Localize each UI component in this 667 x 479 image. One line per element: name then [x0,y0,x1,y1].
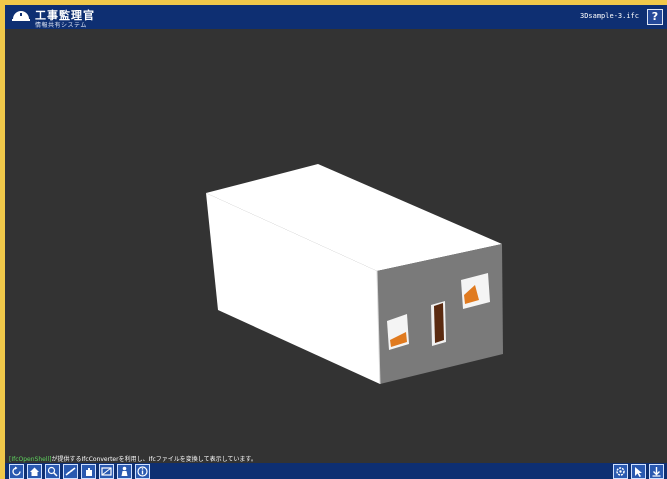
app-subtitle: 情報共有システム [35,22,87,29]
zoom-tool-button[interactable] [45,464,60,479]
download-icon [652,467,661,477]
pan-icon [86,468,92,476]
app-window: 工事監理官 情報共有システム 3Dsample-3.ifc ? [IfcOpen… [5,5,667,479]
settings-icon [616,467,625,476]
section-tool-button[interactable] [99,464,114,479]
rotate-icon [12,466,21,476]
help-button[interactable]: ? [647,9,663,25]
person-tool-button[interactable] [117,464,132,479]
info-icon [137,466,148,477]
rotate-tool-button[interactable] [9,464,24,479]
download-tool-button[interactable] [649,464,664,479]
pan-tool-button[interactable] [81,464,96,479]
credit-text: が提供するIfcConverterを利用し、Ifcファイルを変換して表示していま… [51,456,257,463]
measure-icon [65,467,76,476]
logo-icon [12,11,30,21]
model-door-panel [434,303,444,343]
credit-notice: [IfcOpenShell]が提供するIfcConverterを利用し、Ifcフ… [9,454,257,463]
pointer-tool-button[interactable] [631,464,646,479]
person-icon [121,466,128,476]
section-icon [101,467,112,476]
info-tool-button[interactable] [135,464,150,479]
building-model[interactable] [206,164,503,385]
measure-tool-button[interactable] [63,464,78,479]
zoom-icon [47,466,58,477]
file-name: 3Dsample-3.ifc [579,12,639,20]
home-tool-button[interactable] [27,464,42,479]
3d-viewport[interactable] [5,29,667,462]
home-icon [30,467,39,476]
ifcopenshell-link[interactable]: [IfcOpenShell] [9,456,52,463]
settings-tool-button[interactable] [613,464,628,479]
bottom-toolbar [5,463,667,479]
pointer-icon [635,467,642,477]
header-bar: 工事監理官 情報共有システム 3Dsample-3.ifc ? [5,5,667,29]
